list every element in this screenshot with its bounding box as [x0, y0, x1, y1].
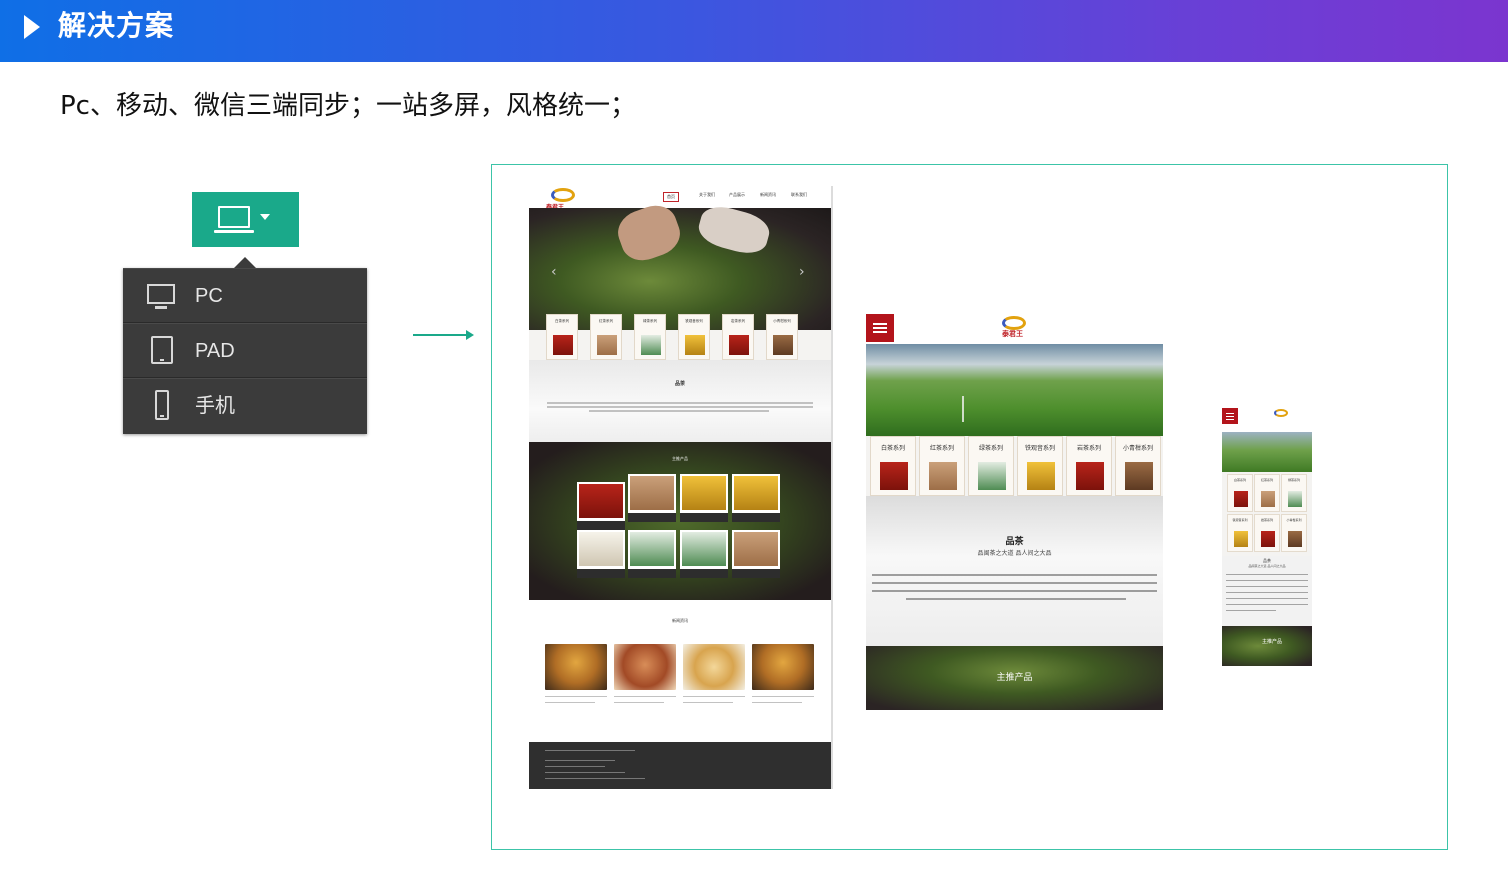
device-menu-label: PC: [195, 285, 223, 307]
pad-brand: 泰君王: [1002, 330, 1023, 338]
pad-intro-title: 品茶: [1005, 537, 1024, 547]
device-switch-button[interactable]: [192, 192, 299, 247]
product-card[interactable]: [732, 530, 780, 578]
phone-category-card[interactable]: 红茶系列: [1254, 474, 1280, 512]
pc-nav-item[interactable]: 首页: [663, 192, 679, 202]
header-banner: 解决方案: [0, 0, 1508, 62]
pad-category-card[interactable]: 小青柑系列: [1115, 436, 1161, 496]
pad-product-heading: 主推产品: [996, 673, 1033, 683]
pc-nav-item[interactable]: 产品展示: [729, 192, 745, 198]
pad-intro-subtitle: 品闽茶之大道 品人间之大品: [977, 550, 1052, 557]
slider-next-icon[interactable]: ›: [799, 264, 805, 280]
pc-category-card[interactable]: 白茶系列: [546, 314, 578, 360]
news-image[interactable]: [752, 644, 814, 690]
pad-header: 泰君王: [866, 314, 1163, 344]
phone-icon: [155, 390, 169, 420]
pc-category-card[interactable]: 小青柑系列: [766, 314, 798, 360]
phone-intro-subtitle: 品闽茶之大道 品人间之大品: [1248, 564, 1286, 568]
pc-nav-item[interactable]: 关于我们: [699, 192, 715, 198]
product-card[interactable]: [680, 530, 728, 578]
subtitle: Pc、移动、微信三端同步；一站多屏，风格统一；: [60, 91, 636, 121]
pc-category-row: 白茶系列 红茶系列 绿茶系列 铁观音系列 岩茶系列 小青柑系列: [546, 314, 812, 360]
pc-intro-section: 品茶: [529, 360, 831, 442]
phone-category-card[interactable]: 绿茶系列: [1281, 474, 1307, 512]
pad-product-section: 主推产品: [866, 646, 1163, 710]
brand-logo-icon: [1002, 316, 1026, 330]
pad-category-card[interactable]: 绿茶系列: [968, 436, 1014, 496]
page-title: 解决方案: [58, 9, 175, 42]
pc-nav-item[interactable]: 联系我们: [791, 192, 807, 198]
news-image[interactable]: [614, 644, 676, 690]
pad-screenshot: 泰君王 白茶系列 红茶系列 绿茶系列 铁观音系列 岩茶系列 小青柑系列 品茶 品…: [866, 314, 1163, 710]
phone-intro-section: 品茶 品闽茶之大道 品人间之大品: [1222, 556, 1312, 626]
phone-screenshot: 白茶系列 红茶系列 绿茶系列 铁观音系列 岩茶系列 小青柑系列 品茶 品闽茶之大…: [1222, 406, 1312, 666]
pc-category-card[interactable]: 绿茶系列: [634, 314, 666, 360]
device-menu-label: 手机: [195, 395, 235, 417]
pad-category-card[interactable]: 铁观音系列: [1017, 436, 1063, 496]
pc-footer: [529, 742, 831, 789]
pc-nav-item[interactable]: 新闻资讯: [760, 192, 776, 198]
pc-news-section: 新闻资讯: [529, 600, 831, 742]
laptop-icon: [214, 206, 254, 233]
pc-screenshot: 泰君王 首页 关于我们 产品展示 新闻资讯 联系我们 ‹ › 白茶系列 红茶系列…: [529, 186, 831, 789]
screens-showcase: 泰君王 首页 关于我们 产品展示 新闻资讯 联系我们 ‹ › 白茶系列 红茶系列…: [491, 164, 1448, 850]
phone-product-section: 主推产品: [1222, 626, 1312, 666]
pc-category-card[interactable]: 红茶系列: [590, 314, 622, 360]
phone-product-heading: 主推产品: [1262, 639, 1283, 645]
product-card[interactable]: [628, 530, 676, 578]
brand-logo-icon: [1274, 409, 1288, 417]
phone-header: [1222, 406, 1312, 432]
device-menu-item-pad[interactable]: PAD: [123, 323, 367, 378]
product-card[interactable]: [577, 530, 625, 578]
phone-hero-image: [1222, 432, 1312, 472]
pc-category-card[interactable]: 铁观音系列: [678, 314, 710, 360]
product-card[interactable]: [680, 474, 728, 522]
slider-prev-icon[interactable]: ‹: [551, 264, 557, 280]
pc-category-card[interactable]: 岩茶系列: [722, 314, 754, 360]
device-menu-item-phone[interactable]: 手机: [123, 378, 367, 433]
device-menu-item-pc[interactable]: PC: [123, 268, 367, 323]
device-menu: PC PAD 手机: [123, 257, 367, 434]
play-triangle-icon: [24, 15, 40, 39]
menu-icon[interactable]: [1222, 408, 1238, 424]
pad-intro-section: 品茶 品闽茶之大道 品人间之大品: [866, 496, 1163, 646]
pad-category-card[interactable]: 白茶系列: [870, 436, 916, 496]
pc-intro-title: 品茶: [674, 381, 685, 387]
phone-category-card[interactable]: 小青柑系列: [1281, 514, 1307, 552]
product-card[interactable]: [732, 474, 780, 522]
brand-logo-icon: [551, 188, 575, 202]
product-card[interactable]: [577, 482, 625, 530]
pc-hero-image: ‹ ›: [529, 199, 831, 330]
pc-header: 泰君王 首页 关于我们 产品展示 新闻资讯 联系我们: [529, 186, 831, 211]
menu-icon[interactable]: [866, 314, 894, 342]
pc-scrollbar: [831, 186, 833, 789]
pc-product-heading: 主推产品: [672, 456, 688, 461]
arrow-line: [413, 334, 469, 336]
news-image[interactable]: [683, 644, 745, 690]
pad-category-card[interactable]: 岩茶系列: [1066, 436, 1112, 496]
phone-category-card[interactable]: 白茶系列: [1227, 474, 1253, 512]
device-menu-label: PAD: [195, 340, 235, 362]
pad-category-row: 白茶系列 红茶系列 绿茶系列 铁观音系列 岩茶系列 小青柑系列: [870, 436, 1161, 496]
monitor-icon: [147, 284, 175, 309]
phone-category-card[interactable]: 铁观音系列: [1227, 514, 1253, 552]
phone-category-card[interactable]: 岩茶系列: [1254, 514, 1280, 552]
pc-news-heading: 新闻资讯: [672, 618, 688, 623]
product-card[interactable]: [628, 474, 676, 522]
news-image[interactable]: [545, 644, 607, 690]
caret-down-icon: [260, 214, 270, 220]
pad-hero-image: [866, 344, 1163, 436]
tablet-icon: [151, 336, 173, 364]
arrow-right-icon: [466, 330, 474, 340]
pc-product-section: 主推产品: [529, 442, 831, 600]
pad-category-card[interactable]: 红茶系列: [919, 436, 965, 496]
